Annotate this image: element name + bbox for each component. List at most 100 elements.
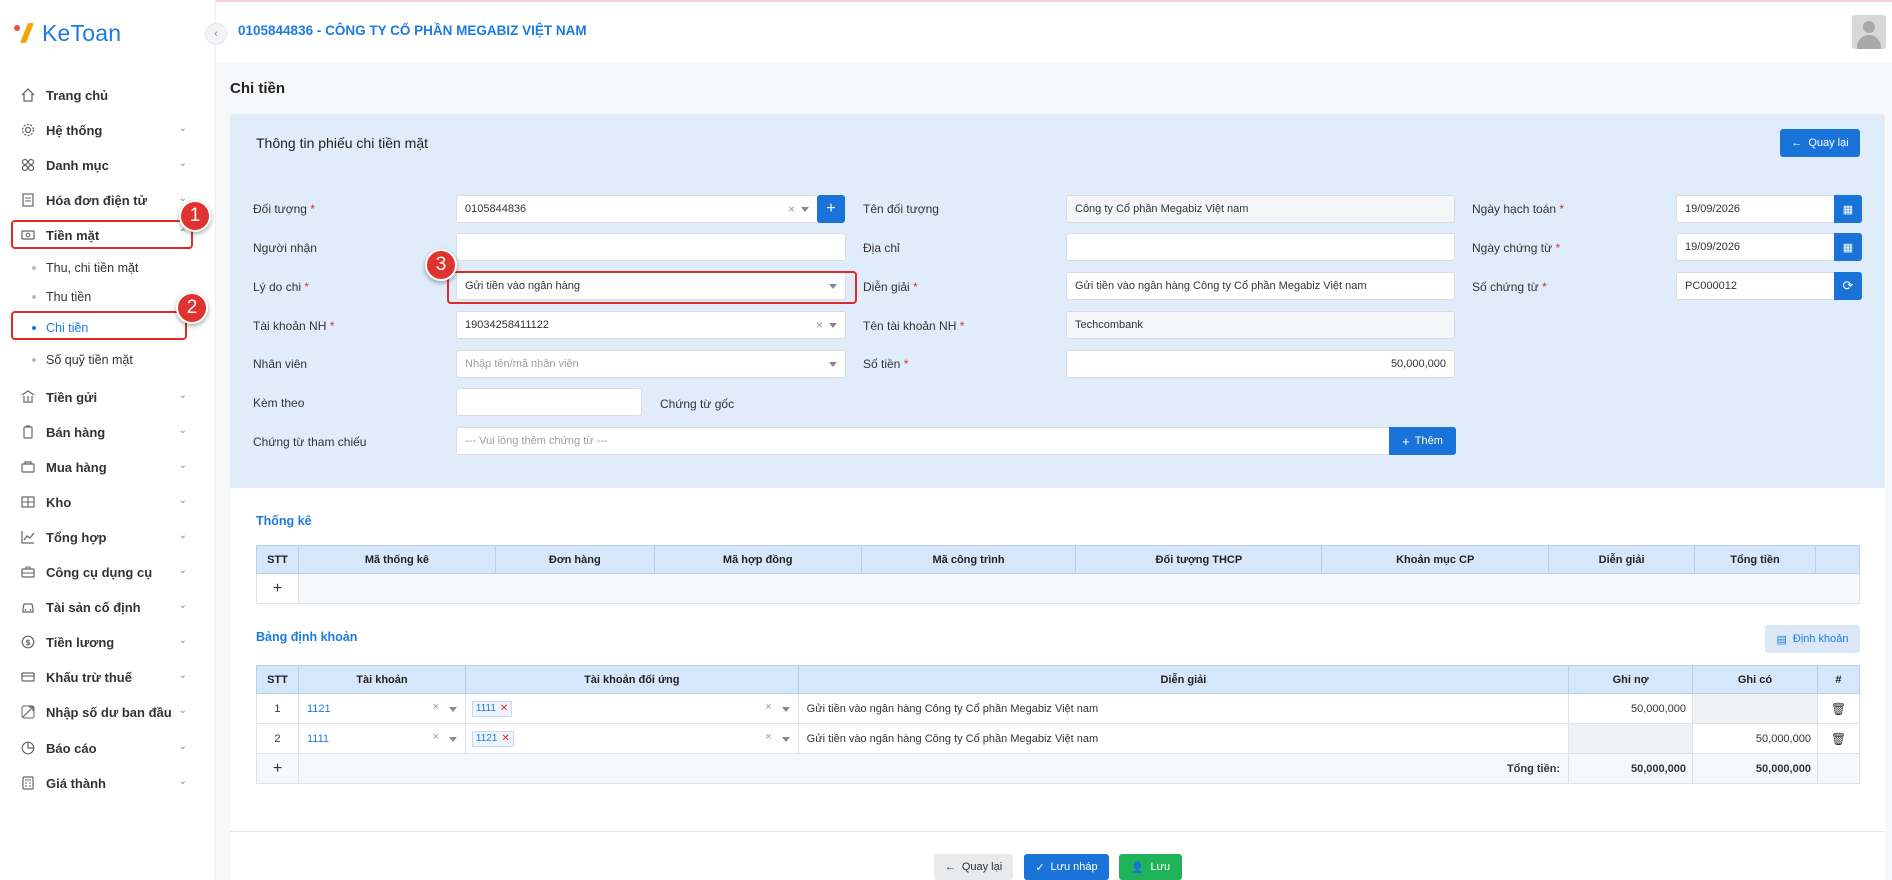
top-accent-line — [0, 0, 1892, 2]
sidebar-item-kho[interactable]: Kho ⌄ — [12, 487, 197, 517]
doi-tuong-select[interactable]: 0105844836 × — [456, 195, 818, 223]
add-chung-tu-button[interactable]: + Thêm — [1389, 427, 1456, 455]
back-button-top[interactable]: ← Quay lại — [1780, 129, 1860, 157]
doi-ung-select[interactable]: 1111 ✕ × — [464, 693, 799, 724]
sidebar-item-label: Giá thành — [46, 775, 106, 791]
total-label: Tổng tiền: — [297, 753, 1570, 784]
save-button[interactable]: 👤 Lưu — [1119, 854, 1182, 880]
add-thong-ke-row-button[interactable]: + — [256, 573, 299, 604]
chung-tu-tham-chieu-input[interactable]: --- Vui lòng thêm chứng từ --- — [456, 427, 1390, 455]
add-dinh-khoan-row-button[interactable]: + — [256, 753, 299, 784]
sidebar-item-mua-hang[interactable]: Mua hàng ⌄ — [12, 452, 197, 482]
warehouse-icon — [20, 494, 36, 510]
row-ghi-no[interactable]: 50,000,000 — [1568, 693, 1694, 724]
clear-icon[interactable]: × — [765, 731, 771, 743]
row-ghi-no[interactable] — [1568, 723, 1694, 754]
plus-icon: + — [1402, 433, 1410, 449]
clear-icon[interactable]: × — [765, 701, 771, 713]
dia-chi-input[interactable] — [1066, 233, 1455, 261]
calendar-button-hach-toan[interactable]: ▦ — [1834, 195, 1862, 223]
label-kem-theo: Kèm theo — [253, 396, 305, 410]
clear-icon[interactable]: × — [432, 701, 438, 713]
sidebar-item-danh-muc[interactable]: Danh mục ⌄ — [12, 150, 197, 180]
remove-tag-icon[interactable]: ✕ — [501, 733, 509, 744]
dropdown-icon — [829, 362, 837, 367]
tax-icon — [20, 669, 36, 685]
back-button-footer[interactable]: ← Quay lại — [934, 854, 1013, 880]
sidebar-item-tong-hop[interactable]: Tổng hợp ⌄ — [12, 522, 197, 552]
remove-tag-icon[interactable]: ✕ — [500, 703, 508, 714]
clear-icon[interactable]: × — [788, 202, 795, 216]
avatar[interactable] — [1852, 15, 1886, 49]
refresh-so-chung-tu-button[interactable]: ⟳ — [1834, 272, 1862, 300]
ngay-hach-toan-input[interactable]: 19/09/2026 — [1676, 195, 1836, 223]
tai-khoan-select[interactable]: 1121 × — [297, 693, 466, 724]
row-dien-giai[interactable]: Gửi tiền vào ngân hàng Công ty Cổ phần M… — [797, 723, 1570, 754]
bullet-icon — [32, 266, 36, 270]
row-ghi-co[interactable]: 50,000,000 — [1692, 723, 1818, 754]
nguoi-nhan-input[interactable] — [456, 233, 846, 261]
col-header: Ghi có — [1692, 665, 1818, 694]
clear-icon[interactable]: × — [432, 731, 438, 743]
total-ghi-co: 50,000,000 — [1692, 753, 1818, 784]
kem-theo-input[interactable] — [456, 388, 642, 416]
grid-icon — [20, 157, 36, 173]
document-icon: ▤ — [1776, 633, 1787, 646]
tai-khoan-nh-select[interactable]: 19034258411122 × — [456, 311, 846, 339]
trash-icon[interactable]: 🗑 — [1816, 723, 1861, 754]
sidebar-item-trang-chu[interactable]: Trang chủ — [12, 80, 197, 110]
ngay-chung-tu-input[interactable]: 19/09/2026 — [1676, 233, 1836, 261]
sidebar-item-gia-thanh[interactable]: Giá thành ⌄ — [12, 768, 197, 798]
trash-icon[interactable]: 🗑 — [1816, 693, 1861, 724]
sidebar-item-bao-cao[interactable]: Báo cáo ⌄ — [12, 733, 197, 763]
ngay-chung-tu-value: 19/09/2026 — [1685, 241, 1741, 253]
col-header: Khoản mục CP — [1321, 545, 1550, 574]
nhan-vien-select[interactable]: Nhập tên/mã nhân viên — [456, 350, 846, 378]
ten-tai-khoan-nh-field: Techcombank — [1066, 311, 1455, 339]
dinh-khoan-table: STT Tài khoản Tài khoản đối ứng Diễn giả… — [256, 665, 1861, 784]
chevron-down-icon: ⌄ — [178, 495, 187, 506]
cost-icon — [20, 775, 36, 791]
submenu-item-so-quy[interactable]: Số quỹ tiền mặt — [32, 348, 133, 372]
dropdown-icon — [448, 707, 457, 712]
dropdown-icon — [829, 323, 837, 328]
so-tien-input[interactable]: 50,000,000 — [1066, 350, 1455, 378]
submenu-item-thu-chi[interactable]: Thu, chi tiền mặt — [32, 256, 138, 280]
logo-text: KeToan — [42, 19, 122, 46]
report-icon — [20, 740, 36, 756]
row-dien-giai[interactable]: Gửi tiền vào ngân hàng Công ty Cổ phần M… — [797, 693, 1570, 724]
save-draft-button[interactable]: ✓ Lưu nháp — [1024, 854, 1109, 880]
sidebar-item-he-thong[interactable]: Hệ thống ⌄ — [12, 115, 197, 145]
sidebar-item-cong-cu[interactable]: Công cụ dụng cụ ⌄ — [12, 557, 197, 587]
chevron-left-icon: ‹ — [214, 28, 218, 40]
sidebar-item-tien-luong[interactable]: $ Tiền lương ⌄ — [12, 627, 197, 657]
sidebar-item-so-du[interactable]: Nhập số dư ban đầu ⌄ — [12, 697, 197, 727]
sales-icon — [20, 424, 36, 440]
submenu-item-thu-tien[interactable]: Thu tiền — [32, 285, 91, 309]
doi-ung-select[interactable]: 1121 ✕ × — [464, 723, 799, 754]
sidebar-item-ban-hang[interactable]: Bán hàng ⌄ — [12, 417, 197, 447]
tai-khoan-select[interactable]: 1111 × — [297, 723, 466, 754]
bullet-icon — [32, 295, 36, 299]
annotation-badge-3: 3 — [425, 249, 457, 281]
sidebar-item-label: Tổng hợp — [46, 529, 107, 545]
highlight-chi-tien — [11, 311, 187, 340]
company-name[interactable]: 0105844836 - CÔNG TY CỔ PHẦN MEGABIZ VIỆ… — [238, 23, 587, 38]
sidebar-item-hoa-don[interactable]: Hóa đơn điện tử ⌄ — [12, 185, 197, 215]
clear-icon[interactable]: × — [816, 318, 823, 332]
so-chung-tu-input[interactable]: PC000012 — [1676, 272, 1836, 300]
chevron-down-icon: ⌄ — [178, 390, 187, 401]
sidebar-item-tai-san[interactable]: Tài sản cố định ⌄ — [12, 592, 197, 622]
calendar-button-chung-tu[interactable]: ▦ — [1834, 233, 1862, 261]
dinh-khoan-button[interactable]: ▤ Định khoản — [1765, 625, 1860, 653]
add-doi-tuong-button[interactable]: + — [817, 195, 845, 223]
collapse-sidebar-button[interactable]: ‹ — [205, 23, 227, 45]
dien-giai-input[interactable]: Gửi tiền vào ngân hàng Công ty Cổ phần M… — [1066, 272, 1455, 300]
total-ghi-no: 50,000,000 — [1568, 753, 1694, 784]
logo[interactable]: KeToan — [12, 18, 121, 48]
thong-ke-table: STT Mã thống kê Đơn hàng Mã hợp đồng Mã … — [256, 545, 1861, 604]
tools-icon — [20, 564, 36, 580]
sidebar-item-tien-gui[interactable]: Tiền gửi ⌄ — [12, 382, 197, 412]
row-ghi-co[interactable] — [1692, 693, 1818, 724]
sidebar-item-khau-tru[interactable]: Khấu trừ thuế ⌄ — [12, 662, 197, 692]
